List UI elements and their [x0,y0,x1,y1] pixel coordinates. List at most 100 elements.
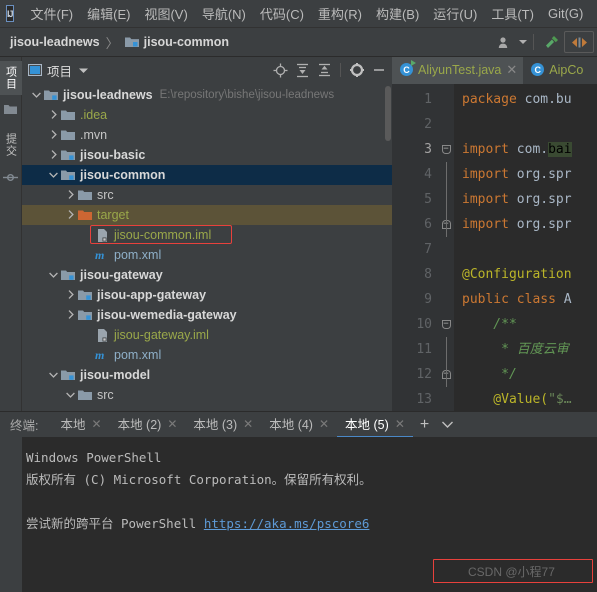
menu-item-edit[interactable]: 编辑(E) [80,2,137,25]
tree-row[interactable]: jisou-common.iml [22,225,392,245]
debug-icon[interactable] [564,31,594,53]
chevron-down-icon[interactable] [47,170,60,180]
terminal-tab-local-5[interactable]: 本地 (5) ✕ [337,412,413,438]
tree-row[interactable]: src [22,185,392,205]
chevron-down-icon[interactable] [47,270,60,280]
tree-row[interactable]: m pom.xml [22,345,392,365]
menu-item-file[interactable]: 文件(F) [24,2,81,25]
tree-row-label: jisou-gateway [80,268,163,282]
code-line: import org.spr [454,162,597,187]
project-tree[interactable]: jisou-leadnews E:\repository\bishe\jisou-… [22,83,392,411]
add-terminal-button[interactable]: + [413,416,436,434]
fold-toggle[interactable]: − [438,137,454,162]
close-icon[interactable]: ✕ [506,62,517,78]
module-folder-icon [60,169,76,181]
terminal-options-chevron-icon[interactable] [436,419,459,431]
editor-fold-column[interactable]: −−−− [438,84,454,411]
breadcrumb-bar: jisou-leadnews 〉 jisou-common [0,28,597,57]
chevron-right-icon[interactable] [64,189,77,201]
code-token: A [563,292,572,307]
tree-row[interactable]: jisou-gateway [22,265,392,285]
tree-row[interactable]: jisou-common [22,165,392,185]
terminal-tab-local-3[interactable]: 本地 (3) ✕ [185,412,261,438]
close-icon[interactable]: ✕ [319,417,329,431]
terminal-left-gutter [0,437,22,592]
code-line: import org.spr [454,212,597,237]
menu-item-tools[interactable]: 工具(T) [484,2,541,25]
chevron-right-icon[interactable] [64,289,77,301]
chevron-right-icon[interactable] [47,149,60,161]
tree-row-label: pom.xml [114,248,162,262]
code-token: "$… [548,392,572,407]
menu-item-code[interactable]: 代码(C) [253,2,311,25]
gutter-line-number: 10 [416,317,432,332]
editor-code-column[interactable]: package com.bu import com.bai import org.… [454,84,597,411]
terminal-tab-label: 本地 (3) [193,418,238,432]
pscore6-link[interactable]: https://aka.ms/pscore6 [204,516,370,531]
collapse-all-icon[interactable] [315,61,334,80]
chevron-right-icon[interactable] [64,209,77,221]
chevron-right-icon[interactable] [47,129,60,141]
menu-item-view[interactable]: 视图(V) [137,2,194,25]
chevron-right-icon[interactable] [47,109,60,121]
fold-toggle[interactable]: − [438,312,454,337]
close-icon[interactable]: ✕ [92,417,102,431]
user-icon[interactable] [491,30,517,54]
code-token: public class [462,292,564,307]
tree-row[interactable]: target [22,205,392,225]
tree-row[interactable]: jisou-gateway.iml [22,325,392,345]
tree-row-label: .idea [80,108,108,122]
terminal-tab-label: 本地 (5) [345,418,389,432]
tool-tab-commit[interactable]: 提交 [0,128,22,162]
tree-row-label: jisou-wemedia-gateway [97,308,237,322]
editor-tab-aipco[interactable]: C AipCo [523,57,589,84]
terminal-output[interactable]: Windows PowerShell 版权所有 (C) Microsoft Co… [0,437,597,592]
module-folder-icon [60,269,76,281]
breadcrumb-project[interactable]: jisou-leadnews [10,35,100,49]
expand-all-icon[interactable] [293,61,312,80]
tree-row[interactable]: src [22,385,392,405]
folder-icon [77,389,93,401]
code-token: com. [516,142,549,157]
chevron-down-icon[interactable] [30,90,43,100]
terminal-tab-local-1[interactable]: 本地 ✕ [52,412,109,438]
editor-gutter[interactable]: 1234567891011121314 [392,84,438,411]
menu-item-run[interactable]: 运行(U) [426,2,484,25]
navbar-actions [491,30,597,54]
breadcrumb-module[interactable]: jisou-common [144,35,229,49]
tree-row[interactable]: m pom.xml [22,245,392,265]
menu-item-refactor[interactable]: 重构(R) [311,2,369,25]
tree-row[interactable]: jisou-app-gateway [22,285,392,305]
gutter-line-number: 12 [416,367,432,382]
chevron-down-icon[interactable] [64,390,77,400]
close-icon[interactable]: ✕ [243,417,253,431]
terminal-tab-local-2[interactable]: 本地 (2) ✕ [110,412,186,438]
tree-row[interactable]: jisou-model [22,365,392,385]
tool-tab-project[interactable]: 项目 [0,61,22,95]
tree-row[interactable]: .idea [22,105,392,125]
menu-item-git[interactable]: Git(G) [541,4,590,23]
minimize-icon[interactable] [369,61,388,80]
terminal-line: Windows PowerShell [26,450,162,465]
intellij-logo-icon: IJ [6,5,14,22]
close-icon[interactable]: ✕ [395,417,405,431]
chevron-down-icon[interactable] [79,61,89,79]
code-editor[interactable]: 1234567891011121314 −−−− package com.bu … [392,84,597,411]
menu-item-navigate[interactable]: 导航(N) [195,2,253,25]
locate-icon[interactable] [271,61,290,80]
chevron-down-icon[interactable] [47,370,60,380]
chevron-right-icon[interactable] [64,309,77,321]
close-icon[interactable]: ✕ [167,417,177,431]
menu-item-window[interactable]: 窗 [590,2,597,25]
settings-gear-icon[interactable] [347,61,366,80]
menu-item-build[interactable]: 构建(B) [369,2,426,25]
editor-tab-aliyuntest[interactable]: C AliyunTest.java ✕ [392,57,524,84]
build-hammer-icon[interactable] [538,30,564,54]
chevron-down-icon[interactable] [517,30,529,54]
tree-row[interactable]: jisou-basic [22,145,392,165]
tree-row[interactable]: jisou-wemedia-gateway [22,305,392,325]
terminal-tab-local-4[interactable]: 本地 (4) ✕ [261,412,337,438]
tree-row[interactable]: .mvn [22,125,392,145]
tree-row[interactable]: jisou-leadnews E:\repository\bishe\jisou-… [22,85,392,105]
